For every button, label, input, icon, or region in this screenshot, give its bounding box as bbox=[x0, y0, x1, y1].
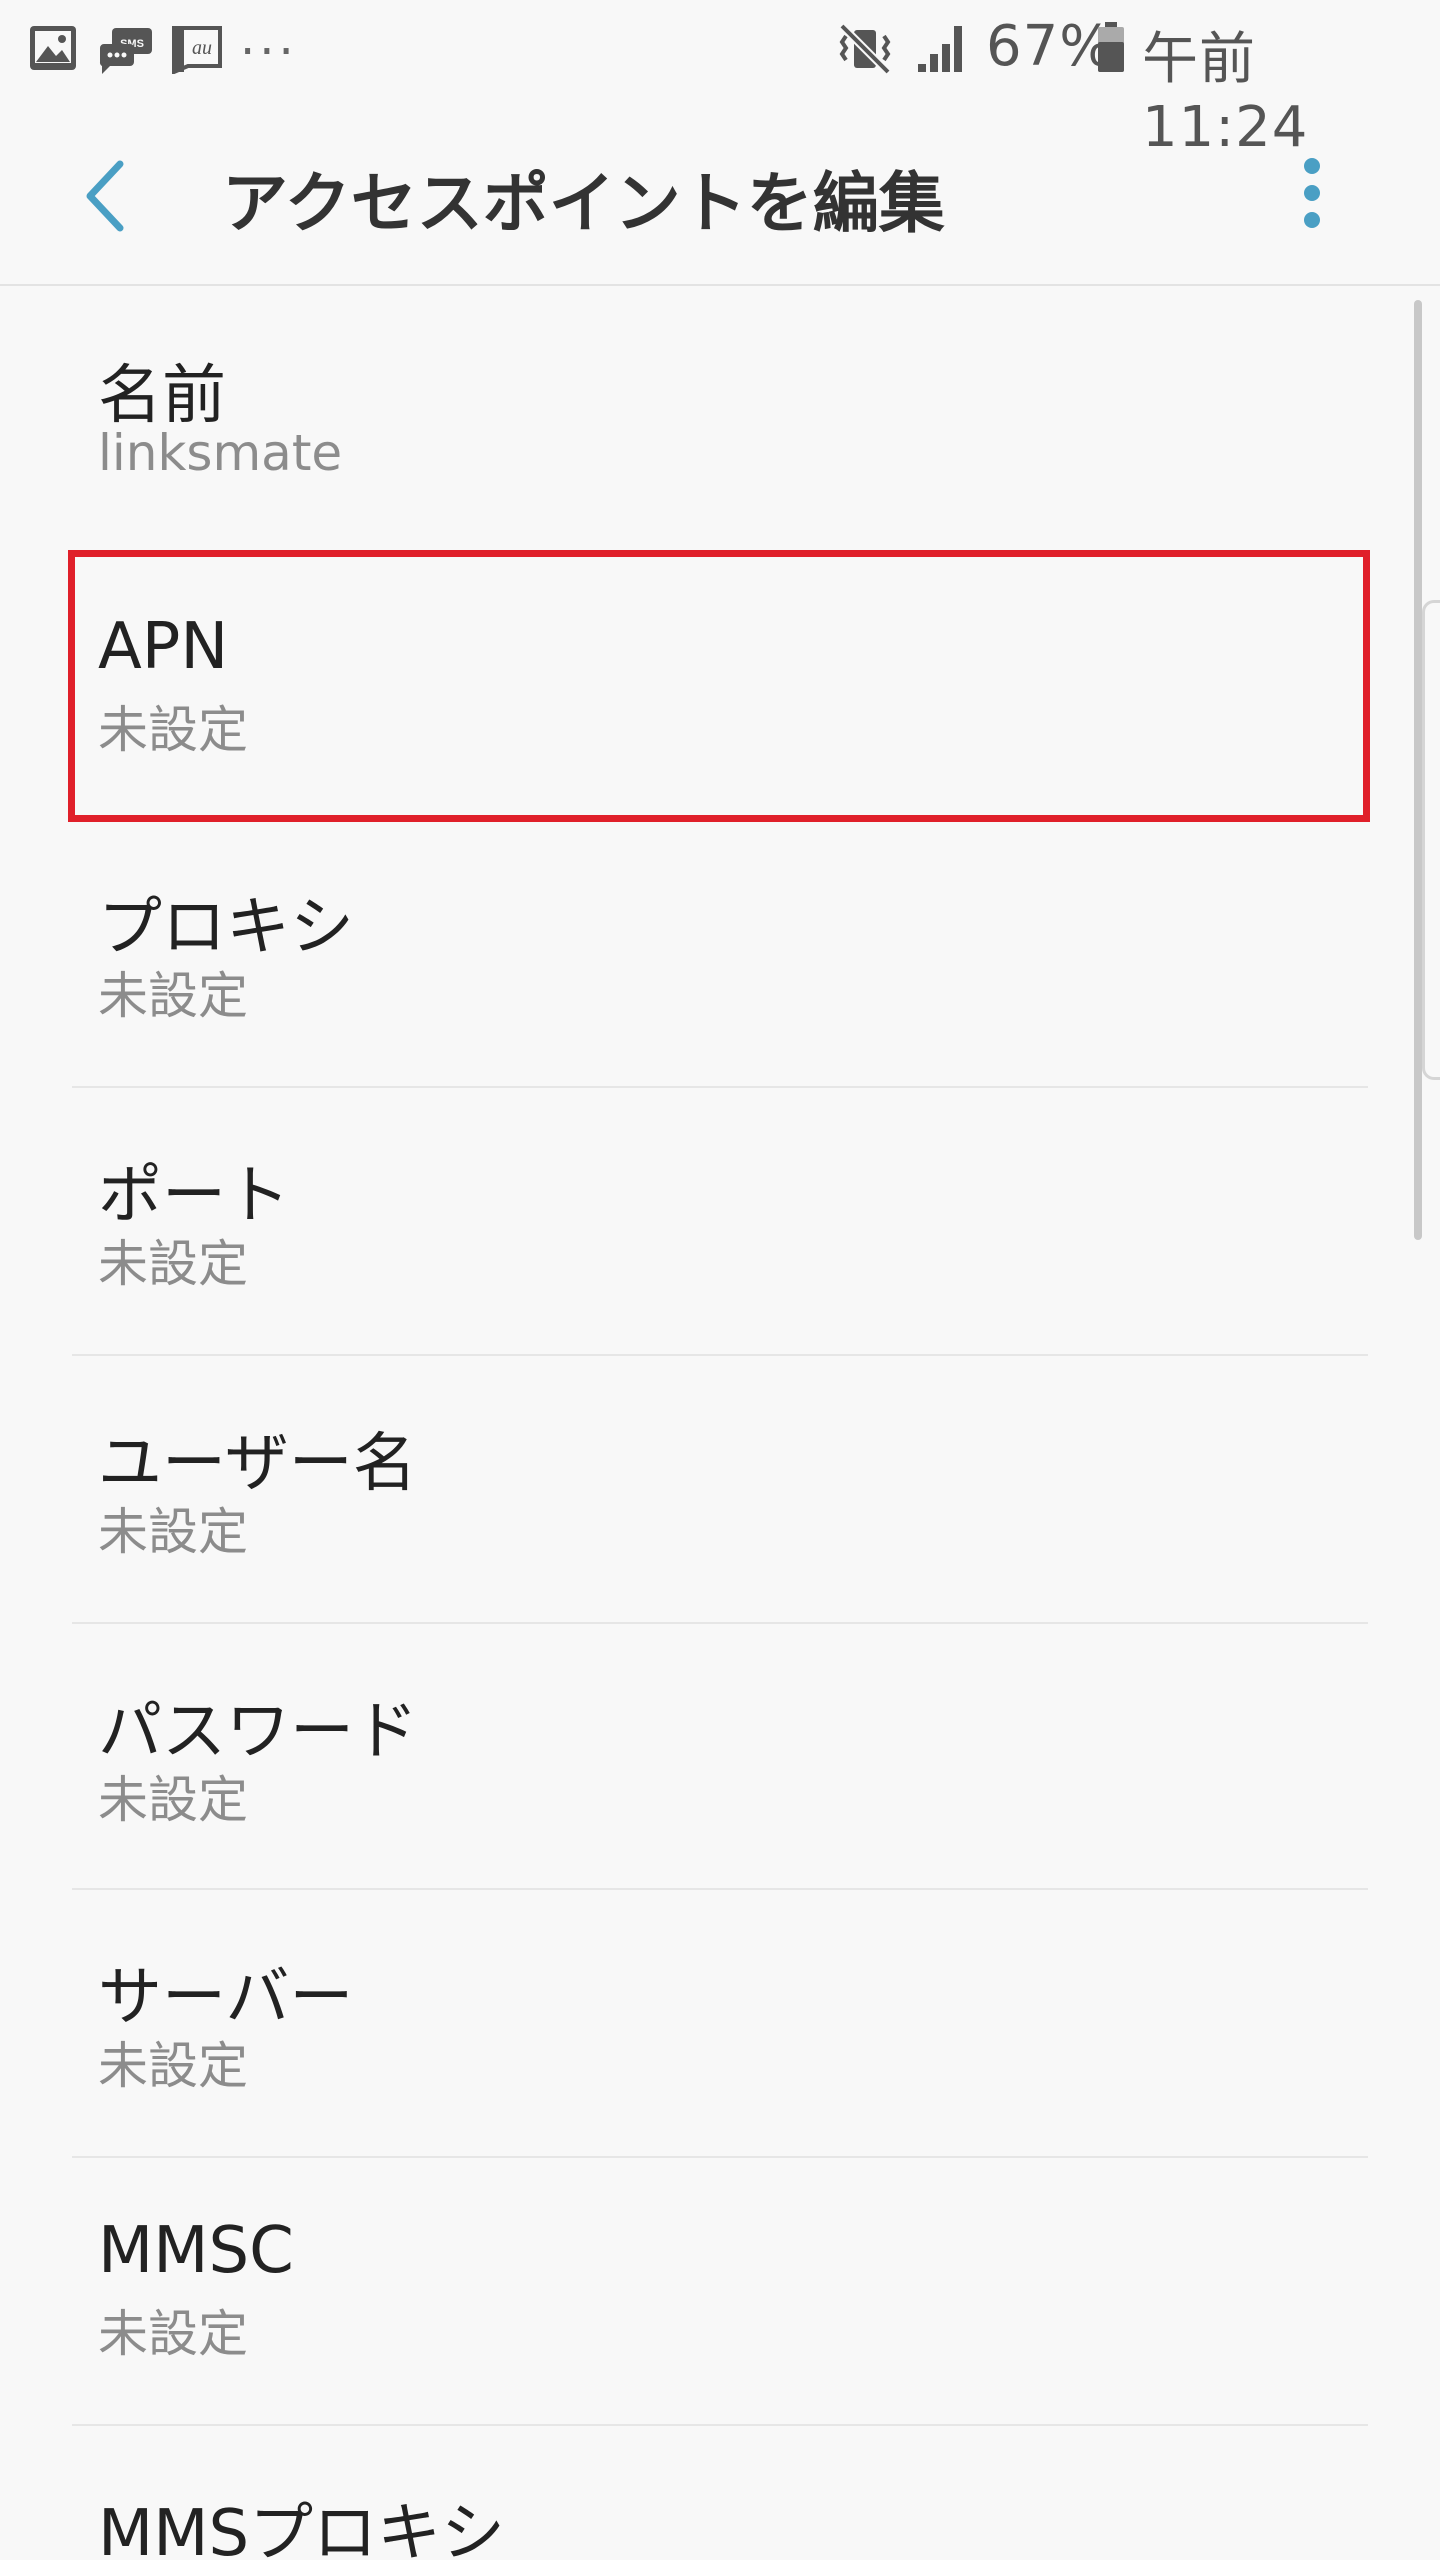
setting-label: MMSプロキシ bbox=[98, 2497, 506, 2560]
setting-label: ユーザー名 bbox=[98, 1427, 417, 1501]
battery-percent: 67% bbox=[986, 14, 1114, 79]
more-options-button[interactable] bbox=[1282, 150, 1342, 246]
sms-icon: SMS bbox=[98, 26, 154, 80]
status-bar: SMS au ... 67% 午前 11:24 bbox=[0, 0, 1440, 160]
setting-label: MMSC bbox=[98, 2214, 294, 2288]
back-button[interactable] bbox=[62, 148, 158, 244]
highlight-box bbox=[68, 550, 1370, 822]
setting-value: 未設定 bbox=[98, 1771, 248, 1829]
setting-value: 未設定 bbox=[98, 2305, 248, 2363]
more-vertical-icon bbox=[1282, 158, 1342, 250]
setting-label: サーバー bbox=[98, 1961, 354, 2035]
setting-value: linksmate bbox=[98, 424, 343, 482]
setting-server[interactable]: サーバー 未設定 bbox=[72, 1890, 1368, 2156]
setting-value: 未設定 bbox=[98, 1235, 248, 1293]
signal-icon bbox=[916, 22, 970, 78]
edge-panel-handle[interactable] bbox=[1422, 600, 1440, 1080]
setting-value: 未設定 bbox=[98, 1503, 248, 1561]
setting-port[interactable]: ポート 未設定 bbox=[72, 1088, 1368, 1354]
setting-mms-proxy[interactable]: MMSプロキシ bbox=[72, 2426, 1368, 2560]
app-bar: アクセスポイントを編集 bbox=[0, 100, 1440, 286]
scrollbar[interactable] bbox=[1414, 300, 1422, 1240]
screen: SMS au ... 67% 午前 11:24 アクセスポイントを編集 名前 l… bbox=[0, 0, 1440, 2560]
setting-mmsc[interactable]: MMSC 未設定 bbox=[72, 2158, 1368, 2424]
setting-username[interactable]: ユーザー名 未設定 bbox=[72, 1356, 1368, 1622]
svg-text:au: au bbox=[192, 37, 212, 59]
setting-name[interactable]: 名前 linksmate bbox=[72, 288, 1368, 554]
setting-label: パスワード bbox=[98, 1695, 418, 1769]
setting-label: 名前 bbox=[98, 359, 226, 433]
setting-value: 未設定 bbox=[98, 967, 248, 1025]
setting-proxy[interactable]: プロキシ 未設定 bbox=[72, 820, 1368, 1086]
setting-label: ポート bbox=[98, 1159, 290, 1233]
au-icon: au bbox=[170, 24, 224, 78]
page-title: アクセスポイントを編集 bbox=[222, 165, 945, 242]
gallery-icon bbox=[28, 24, 78, 76]
battery-icon bbox=[1096, 22, 1126, 78]
notification-overflow: ... bbox=[240, 10, 298, 66]
setting-value: 未設定 bbox=[98, 2037, 248, 2095]
chevron-left-icon bbox=[62, 160, 158, 248]
vibrate-mute-icon bbox=[838, 22, 894, 80]
setting-label: プロキシ bbox=[98, 891, 354, 965]
setting-password[interactable]: パスワード 未設定 bbox=[72, 1624, 1368, 1890]
